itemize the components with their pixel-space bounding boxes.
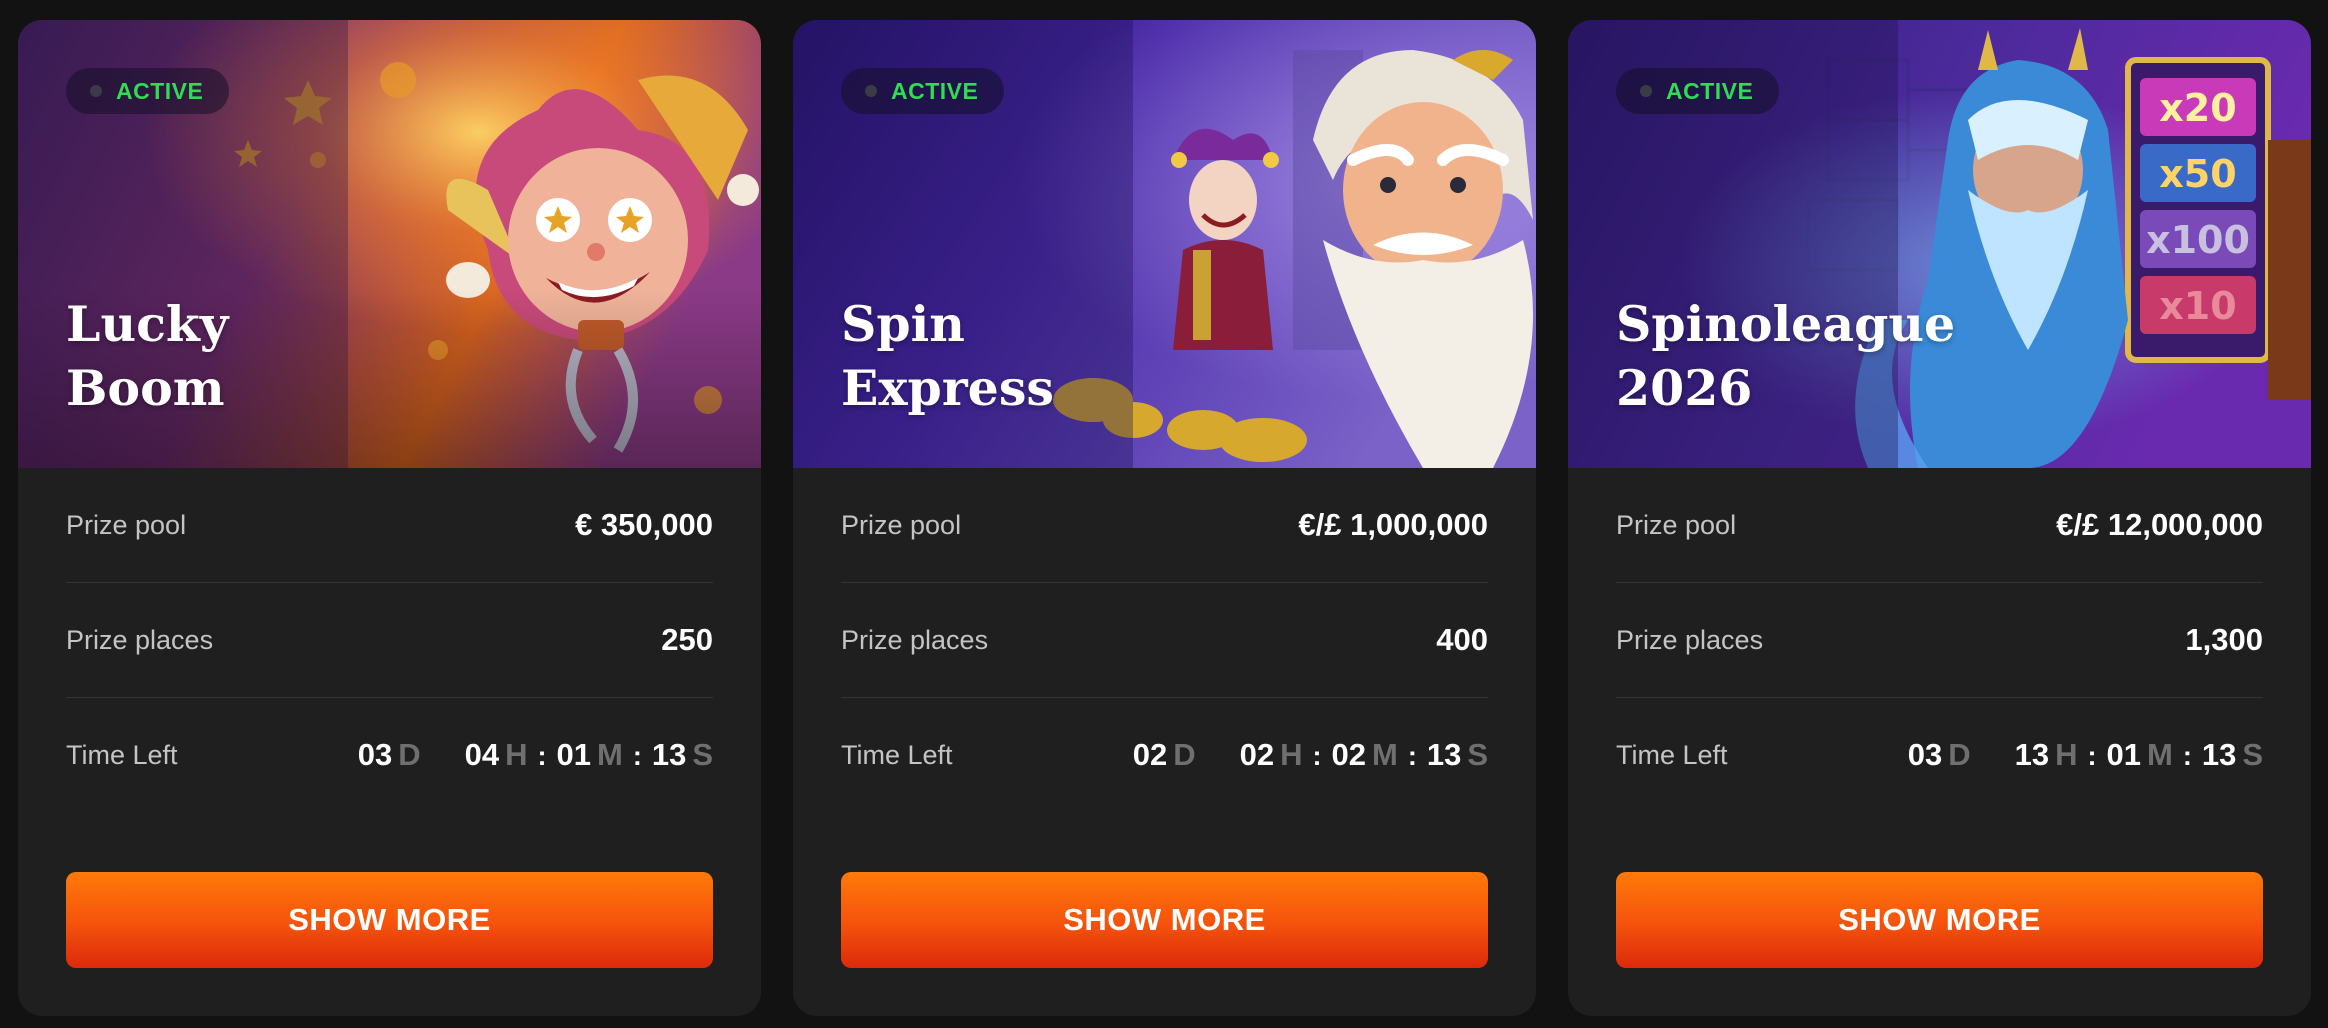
card-banner: ACTIVE Spin Express	[793, 20, 1536, 468]
tournament-title: Lucky Boom	[66, 295, 229, 417]
tournament-card-lucky-boom[interactable]: ACTIVE Lucky Boom Prize pool € 350,000 P…	[18, 20, 761, 1016]
tournament-info: Prize pool € 350,000 Prize places 250 Ti…	[66, 468, 713, 812]
prize-places-label: Prize places	[841, 624, 989, 655]
tournament-title: Spinoleague 2026	[1616, 295, 1956, 417]
multiplier-x100: x100	[2146, 218, 2250, 262]
status-label: ACTIVE	[1666, 77, 1754, 104]
timer-minutes: 01	[2106, 737, 2141, 772]
timer-separator: :	[2182, 741, 2192, 771]
prize-places-row: Prize places 250	[66, 583, 713, 698]
timer-days: 03	[1907, 737, 1943, 772]
timer-days-unit: D	[398, 737, 421, 772]
timer-days-unit: D	[1948, 737, 1971, 772]
card-banner: x20 x50 x100 x10 ACTIVE Spinoleague 2026	[1568, 20, 2311, 468]
timer-seconds-unit: S	[2242, 737, 2263, 772]
prize-pool-label: Prize pool	[1616, 509, 1737, 540]
timer-seconds: 13	[1426, 737, 1462, 772]
prize-places-value: 1,300	[2185, 622, 2263, 657]
multiplier-x50: x50	[2159, 152, 2236, 196]
timer-seconds-unit: S	[1467, 737, 1488, 772]
timer-separator: :	[1407, 741, 1417, 771]
status-dot-icon	[90, 85, 102, 97]
timer-seconds: 13	[651, 737, 687, 772]
time-left-row: Time Left 03 D 04 H : 01 M : 13 S	[66, 698, 713, 812]
timer-minutes-unit: M	[1372, 737, 1398, 772]
status-dot-icon	[1640, 85, 1652, 97]
status-badge: ACTIVE	[841, 68, 1005, 114]
status-dot-icon	[865, 85, 877, 97]
timer-separator: :	[2087, 741, 2097, 771]
tournament-info: Prize pool €/£ 12,000,000 Prize places 1…	[1616, 468, 2263, 812]
multiplier-x20: x20	[2159, 86, 2236, 130]
time-left-row: Time Left 03 D 13 H : 01 M : 13 S	[1616, 698, 2263, 812]
timer-days-unit: D	[1173, 737, 1196, 772]
timer-minutes: 02	[1331, 737, 1366, 772]
show-more-button[interactable]: SHOW MORE	[66, 872, 713, 968]
timer-separator: :	[537, 741, 547, 771]
tournament-info: Prize pool €/£ 1,000,000 Prize places 40…	[841, 468, 1488, 812]
tournament-card-spinoleague-2026[interactable]: x20 x50 x100 x10 ACTIVE Spinoleague 2026…	[1568, 20, 2311, 1016]
timer-hours: 13	[2014, 737, 2050, 772]
time-left-label: Time Left	[66, 739, 178, 770]
prize-places-value: 250	[661, 622, 713, 657]
prize-pool-row: Prize pool € 350,000	[66, 468, 713, 583]
prize-pool-label: Prize pool	[841, 509, 962, 540]
prize-pool-label: Prize pool	[66, 509, 187, 540]
timer-seconds: 13	[2201, 737, 2237, 772]
time-left-row: Time Left 02 D 02 H : 02 M : 13 S	[841, 698, 1488, 812]
prize-places-label: Prize places	[66, 624, 214, 655]
timer-days: 03	[357, 737, 393, 772]
timer-minutes-unit: M	[2147, 737, 2173, 772]
prize-pool-value: € 350,000	[575, 507, 713, 542]
status-label: ACTIVE	[891, 77, 979, 104]
timer-hours-unit: H	[505, 737, 528, 772]
slot-machine-panel: x20 x50 x100 x10	[2125, 57, 2271, 363]
status-label: ACTIVE	[116, 77, 204, 104]
prize-pool-row: Prize pool €/£ 12,000,000	[1616, 468, 2263, 583]
countdown-timer: 03 D 04 H : 01 M : 13 S	[358, 737, 713, 773]
prize-places-value: 400	[1436, 622, 1488, 657]
prize-pool-value: €/£ 1,000,000	[1298, 507, 1488, 542]
show-more-button[interactable]: SHOW MORE	[1616, 872, 2263, 968]
countdown-timer: 03 D 13 H : 01 M : 13 S	[1908, 737, 2263, 773]
prize-pool-value: €/£ 12,000,000	[2056, 507, 2263, 542]
time-left-label: Time Left	[841, 739, 953, 770]
prize-places-label: Prize places	[1616, 624, 1764, 655]
timer-minutes: 01	[556, 737, 591, 772]
prize-pool-row: Prize pool €/£ 1,000,000	[841, 468, 1488, 583]
time-left-label: Time Left	[1616, 739, 1728, 770]
status-badge: ACTIVE	[66, 68, 230, 114]
timer-hours-unit: H	[1280, 737, 1303, 772]
timer-minutes-unit: M	[597, 737, 623, 772]
timer-hours-unit: H	[2055, 737, 2078, 772]
tournament-card-spin-express[interactable]: ACTIVE Spin Express Prize pool €/£ 1,000…	[793, 20, 1536, 1016]
prize-places-row: Prize places 1,300	[1616, 583, 2263, 698]
timer-seconds-unit: S	[692, 737, 713, 772]
tournament-cards: ACTIVE Lucky Boom Prize pool € 350,000 P…	[18, 20, 2311, 1016]
timer-separator: :	[632, 741, 642, 771]
show-more-button[interactable]: SHOW MORE	[841, 872, 1488, 968]
status-badge: ACTIVE	[1616, 68, 1780, 114]
timer-separator: :	[1312, 741, 1322, 771]
multiplier-x10: x10	[2159, 284, 2236, 328]
card-banner: ACTIVE Lucky Boom	[18, 20, 761, 468]
timer-hours: 02	[1239, 737, 1275, 772]
prize-places-row: Prize places 400	[841, 583, 1488, 698]
timer-hours: 04	[464, 737, 500, 772]
timer-days: 02	[1132, 737, 1168, 772]
tournament-title: Spin Express	[841, 295, 1054, 417]
countdown-timer: 02 D 02 H : 02 M : 13 S	[1133, 737, 1488, 773]
